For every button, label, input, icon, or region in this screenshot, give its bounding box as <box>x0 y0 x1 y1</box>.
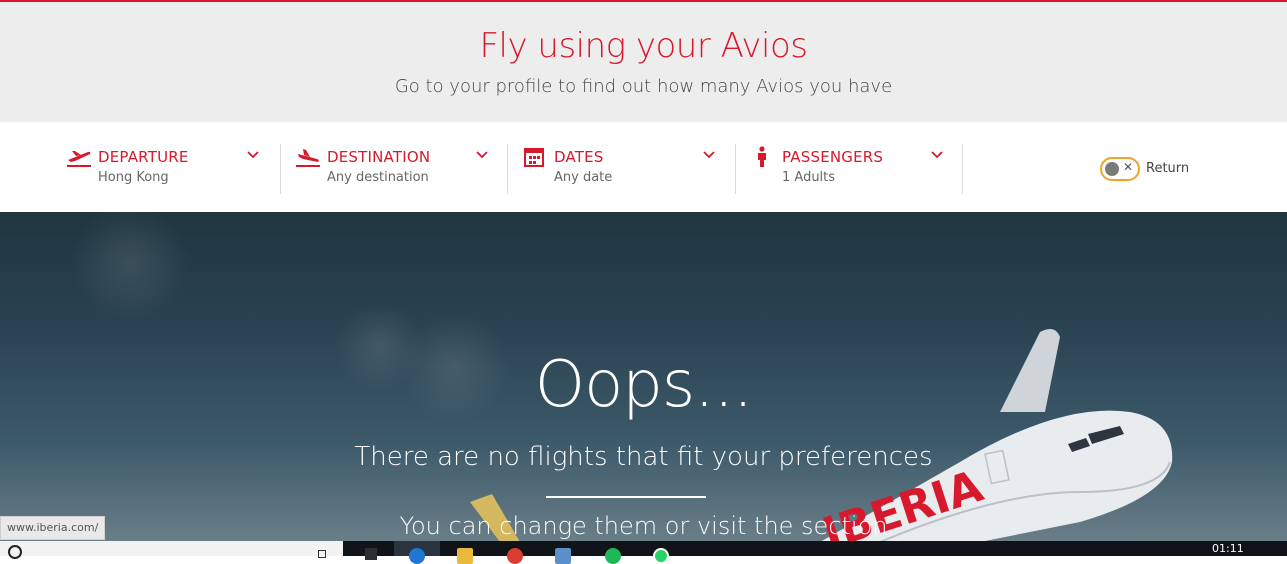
destination-value: Any destination <box>327 170 429 185</box>
departure-value: Hong Kong <box>98 170 169 185</box>
taskbar-app[interactable] <box>540 541 586 564</box>
taskbar-explorer[interactable] <box>442 541 488 564</box>
taskbar-chrome[interactable] <box>492 541 538 564</box>
taskbar-edge[interactable] <box>394 541 440 564</box>
departure-field[interactable]: DEPARTURE Hong Kong <box>66 144 266 194</box>
calendar-icon <box>524 148 544 167</box>
spotify-icon <box>605 548 621 564</box>
chrome-icon <box>507 548 523 564</box>
microphone-icon[interactable] <box>318 550 326 558</box>
task-view-icon <box>365 548 377 560</box>
folder-icon <box>457 548 473 564</box>
destination-field[interactable]: DESTINATION Any destination <box>295 144 495 194</box>
taskbar-search-box[interactable] <box>0 541 343 559</box>
return-switch[interactable]: ✕ <box>1100 157 1140 181</box>
dates-field[interactable]: DATES Any date <box>522 144 722 194</box>
field-divider <box>962 144 963 194</box>
field-divider <box>280 144 281 194</box>
toggle-knob <box>1105 162 1119 176</box>
whatsapp-icon <box>653 548 669 564</box>
chevron-down-icon <box>703 151 715 159</box>
plane-landing-icon <box>296 149 320 167</box>
taskbar-spotify[interactable] <box>590 541 636 564</box>
hero-divider <box>546 496 706 498</box>
browser-icon <box>409 548 425 564</box>
oops-heading: Oops... <box>534 348 754 422</box>
dates-label: DATES <box>554 148 604 166</box>
person-icon <box>758 146 766 167</box>
app-icon <box>555 548 571 564</box>
taskbar-whatsapp[interactable] <box>638 541 684 564</box>
page-subtitle: Go to your profile to find out how many … <box>394 76 893 97</box>
chevron-down-icon <box>247 151 259 159</box>
destination-label: DESTINATION <box>327 148 431 166</box>
field-divider <box>735 144 736 194</box>
departure-label: DEPARTURE <box>98 148 189 166</box>
dates-value: Any date <box>554 170 613 185</box>
page-title: Fly using your Avios <box>479 26 808 66</box>
taskbar-clock[interactable]: 01:11 <box>1212 542 1244 555</box>
search-icon <box>8 545 22 559</box>
field-divider <box>507 144 508 194</box>
passengers-label: PASSENGERS <box>782 148 884 166</box>
flight-search-bar: DEPARTURE Hong Kong DESTINATION Any dest… <box>0 122 1287 212</box>
chevron-down-icon <box>476 151 488 159</box>
no-flights-message: There are no flights that fit your prefe… <box>354 442 933 472</box>
task-view-button[interactable] <box>348 541 394 560</box>
chevron-down-icon <box>931 151 943 159</box>
return-label: Return <box>1146 161 1190 176</box>
passengers-field[interactable]: PASSENGERS 1 Adults <box>750 144 950 194</box>
return-toggle[interactable]: ✕ Return <box>1100 157 1200 181</box>
plane-takeoff-icon <box>67 151 91 167</box>
passengers-value: 1 Adults <box>782 170 836 185</box>
os-taskbar: 01:11 <box>0 541 1287 564</box>
no-results-hero: IBERIA Oops... There are no flights that… <box>0 212 1287 542</box>
change-preferences-message: You can change them or visit the section <box>399 512 888 540</box>
avios-header: Fly using your Avios Go to your profile … <box>0 2 1287 122</box>
status-url-tooltip: www.iberia.com/ <box>0 516 106 540</box>
close-icon: ✕ <box>1123 160 1134 174</box>
